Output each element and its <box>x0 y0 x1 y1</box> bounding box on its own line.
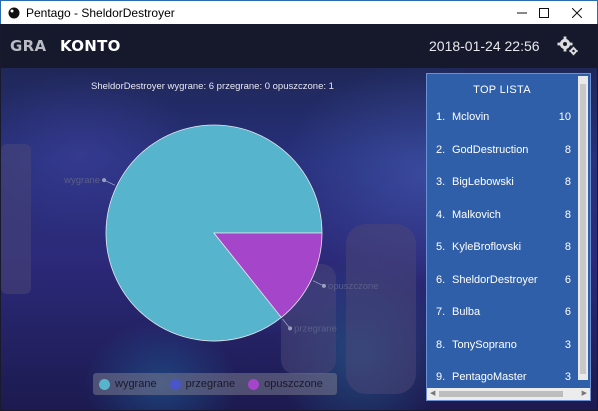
chart-legend: wygrane przegrane opuszczone <box>93 373 337 395</box>
rank: 8. <box>436 338 446 351</box>
player-name: KyleBroflovski <box>452 241 522 253</box>
list-item[interactable]: 9. PentagoMaster 3 <box>427 368 577 388</box>
player-name: PentagoMaster <box>452 371 527 383</box>
player-name: TonySoprano <box>452 338 517 351</box>
scrollbar-thumb[interactable] <box>580 84 586 374</box>
score: 8 <box>564 176 571 188</box>
legend-label: przegrane <box>185 378 236 390</box>
top-list-header: TOP LISTA <box>473 84 531 96</box>
player-name: GodDestruction <box>452 143 529 156</box>
top-list-panel[interactable]: TOP LISTA 1. Mclovin 10 2. GodDestructio… <box>426 73 591 401</box>
scrollbar-thumb[interactable] <box>439 391 563 397</box>
player-name: BigLebowski <box>452 176 514 188</box>
score: 6 <box>564 306 571 318</box>
rank: 5. <box>436 241 446 253</box>
label-text: wygrane <box>63 175 100 186</box>
player-name: Malkovich <box>452 208 501 221</box>
horizontal-scrollbar[interactable]: ◀ ▶ <box>427 388 590 400</box>
scroll-right-icon[interactable]: ▶ <box>582 389 587 397</box>
pie-label-przegrane: przegrane <box>282 318 337 334</box>
scroll-left-icon[interactable]: ◀ <box>430 389 435 397</box>
player-name: Mclovin <box>452 111 490 123</box>
legend-label: opuszczone <box>264 378 323 390</box>
label-anchor-dot <box>321 283 326 288</box>
list-item[interactable]: 3. BigLebowski 8 <box>427 173 577 193</box>
pie-label-wygrane: wygrane <box>63 175 116 186</box>
rank: 7. <box>436 306 446 318</box>
list-item[interactable]: 6. SheldorDestroyer 6 <box>427 271 577 291</box>
rank: 2. <box>436 143 446 156</box>
legend-swatch <box>169 378 181 390</box>
rank: 4. <box>436 208 446 221</box>
app-icon <box>8 7 20 18</box>
rank: 1. <box>436 111 446 123</box>
close-button[interactable] <box>554 1 598 25</box>
legend-item-opuszczone: opuszczone <box>248 378 323 390</box>
score: 8 <box>564 241 571 253</box>
score: 8 <box>564 143 571 156</box>
list-item[interactable]: 8. TonySoprano 3 <box>427 336 577 356</box>
list-item[interactable]: 1. Mclovin 10 <box>427 108 577 128</box>
list-item[interactable]: 4. Malkovich 8 <box>427 206 577 226</box>
legend-item-przegrane: przegrane <box>169 378 236 390</box>
rank: 3. <box>436 176 446 188</box>
legend-swatch <box>248 378 260 390</box>
rank: 6. <box>436 273 446 286</box>
legend-item-wygrane: wygrane <box>99 378 157 390</box>
score: 3 <box>564 371 571 383</box>
label-text: przegrane <box>294 323 337 334</box>
app-content: GRA KONTO 2018-01-24 22:56 SheldorDestro… <box>1 24 597 410</box>
label-anchor-dot <box>102 178 107 183</box>
rank: 9. <box>436 371 446 383</box>
list-item[interactable]: 7. Bulba 6 <box>427 303 577 323</box>
label-anchor-dot <box>288 326 293 331</box>
score: 3 <box>564 338 571 351</box>
player-name: Bulba <box>452 306 481 318</box>
pie-label-opuszczone: opuszczone <box>312 280 379 292</box>
legend-label: wygrane <box>115 378 157 390</box>
score: 10 <box>558 111 571 123</box>
window-title: Pentago - SheldorDestroyer <box>26 5 175 20</box>
list-item[interactable]: 2. GodDestruction 8 <box>427 141 577 161</box>
score: 6 <box>564 273 571 286</box>
window-titlebar: Pentago - SheldorDestroyer <box>0 0 598 24</box>
score: 8 <box>564 208 571 221</box>
label-text: opuszczone <box>328 281 379 292</box>
legend-swatch <box>99 378 110 390</box>
vertical-scrollbar[interactable] <box>578 76 588 380</box>
maximize-icon <box>538 8 549 18</box>
player-name: SheldorDestroyer <box>452 273 538 286</box>
close-icon <box>571 8 582 18</box>
list-item[interactable]: 5. KyleBroflovski 8 <box>427 238 577 258</box>
